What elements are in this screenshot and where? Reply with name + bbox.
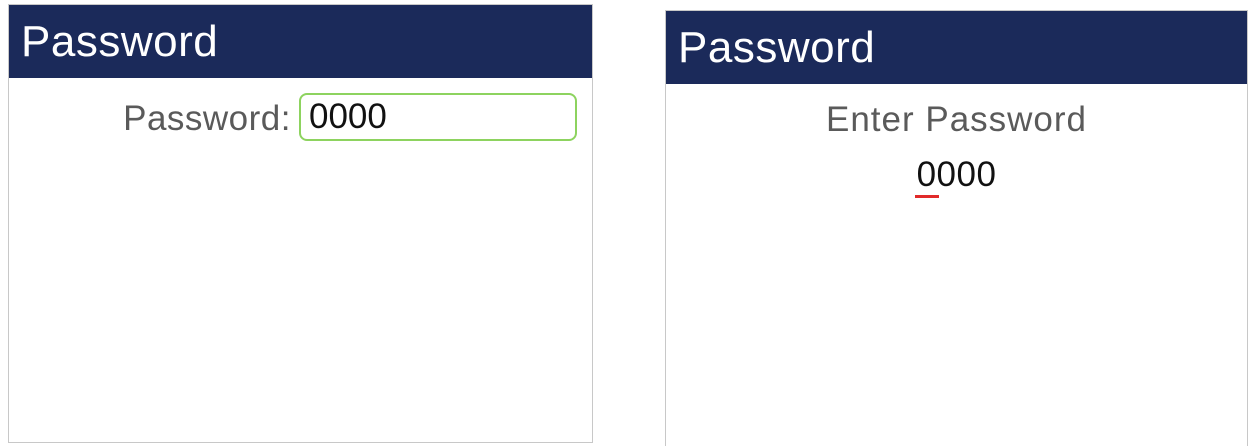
password-input-value: 0000	[309, 97, 387, 136]
password-row: Password: 0000	[9, 93, 592, 143]
enter-password-prompt: Enter Password	[825, 100, 1088, 139]
password-label: Password:	[123, 99, 291, 138]
password-screen-variant-a: Password Password: 0000	[8, 4, 593, 443]
password-screen-variant-b: Password Enter Password 0 000	[665, 10, 1248, 446]
password-entry-field[interactable]: 0 000	[666, 155, 1247, 198]
cursor-digit-value: 0	[916, 155, 937, 194]
password-input[interactable]: 0000	[299, 93, 577, 141]
screen-title: Password	[678, 22, 876, 72]
screen-title: Password	[21, 16, 219, 66]
cursor-underline	[914, 195, 939, 198]
cursor-digit: 0	[914, 155, 939, 198]
password-entry-rest: 000	[936, 155, 997, 194]
title-bar: Password	[9, 5, 592, 78]
title-bar: Password	[666, 11, 1247, 84]
